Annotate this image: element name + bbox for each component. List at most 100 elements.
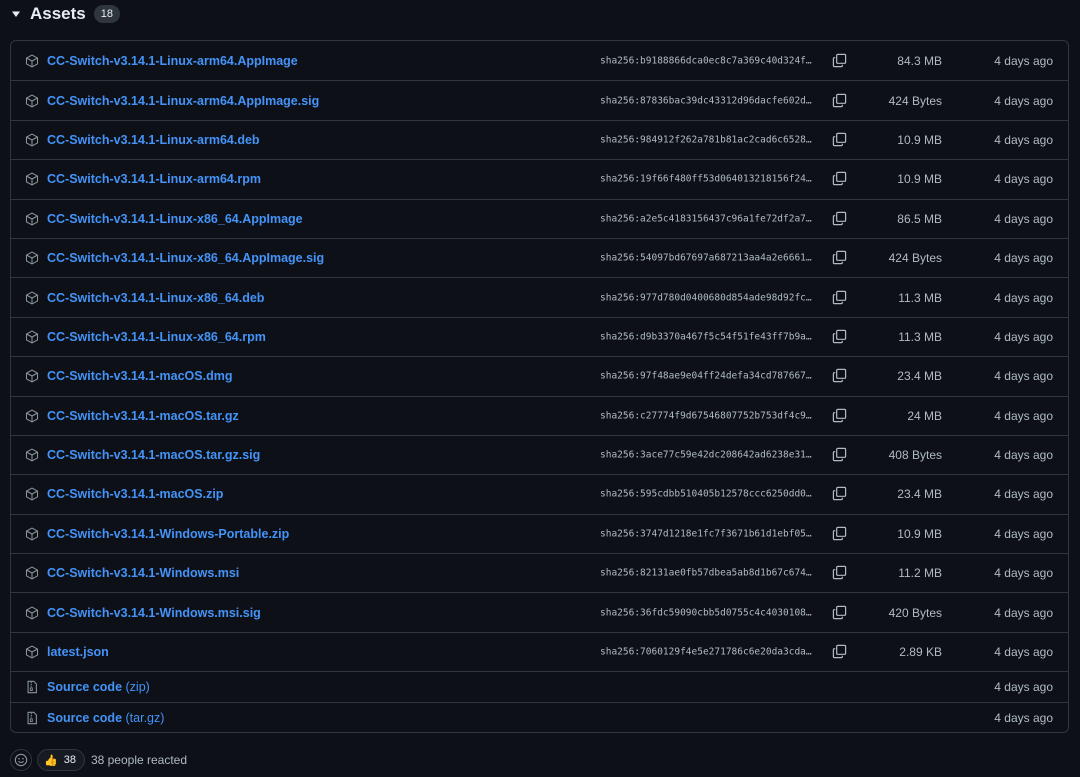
asset-sha256: sha256:19f66f480ff53d064013218156f24… xyxy=(600,173,812,185)
asset-row: CC-Switch-v3.14.1-macOS.tar.gz.sig sha256… xyxy=(11,434,1068,474)
copy-icon[interactable] xyxy=(832,447,848,463)
copy-icon[interactable] xyxy=(832,329,848,345)
asset-download-link[interactable]: CC-Switch-v3.14.1-macOS.tar.gz xyxy=(47,409,239,423)
package-icon xyxy=(25,212,39,226)
asset-row: CC-Switch-v3.14.1-Linux-x86_64.rpm sha256… xyxy=(11,316,1068,356)
source-code-format: (tar.gz) xyxy=(125,710,165,725)
source-code-link[interactable]: Source code (tar.gz) xyxy=(47,711,164,725)
asset-date: 4 days ago xyxy=(994,290,1053,305)
copy-icon[interactable] xyxy=(832,486,848,502)
asset-download-link[interactable]: CC-Switch-v3.14.1-Linux-arm64.AppImage.s… xyxy=(47,94,319,108)
asset-sha256: sha256:87836bac39dc43312d96dacfe602d… xyxy=(600,95,812,107)
thumbs-up-reaction[interactable]: 👍 38 xyxy=(37,749,85,771)
asset-download-link[interactable]: CC-Switch-v3.14.1-Linux-x86_64.AppImage.… xyxy=(47,251,324,265)
copy-icon[interactable] xyxy=(832,644,848,660)
asset-date: 4 days ago xyxy=(994,605,1053,620)
asset-size: 24 MB xyxy=(907,408,942,423)
asset-download-link[interactable]: CC-Switch-v3.14.1-macOS.dmg xyxy=(47,369,232,383)
package-icon xyxy=(25,645,39,659)
asset-download-link[interactable]: CC-Switch-v3.14.1-Linux-x86_64.deb xyxy=(47,291,264,305)
copy-icon[interactable] xyxy=(832,171,848,187)
asset-size: 424 Bytes xyxy=(888,93,942,108)
file-zip-icon xyxy=(25,680,39,694)
package-icon xyxy=(25,606,39,620)
asset-download-link[interactable]: CC-Switch-v3.14.1-macOS.zip xyxy=(47,487,223,501)
asset-download-link[interactable]: CC-Switch-v3.14.1-Linux-arm64.deb xyxy=(47,133,260,147)
asset-sha256: sha256:7060129f4e5e271786c6e20da3cda… xyxy=(600,646,812,658)
asset-sha256: sha256:595cdbb510405b12578ccc6250dd0… xyxy=(600,488,812,500)
asset-download-link[interactable]: CC-Switch-v3.14.1-Linux-arm64.rpm xyxy=(47,172,261,186)
asset-row: CC-Switch-v3.14.1-Windows.msi sha256:8213… xyxy=(11,553,1068,592)
source-code-label: Source code xyxy=(47,710,123,725)
asset-sha256: sha256:36fdc59090cbb5d0755c4c4030108… xyxy=(600,607,812,619)
asset-row: CC-Switch-v3.14.1-macOS.tar.gz sha256:c27… xyxy=(11,395,1068,435)
copy-icon[interactable] xyxy=(832,290,848,306)
triangle-down-icon[interactable] xyxy=(10,8,22,20)
asset-download-link[interactable]: CC-Switch-v3.14.1-Linux-arm64.AppImage xyxy=(47,54,298,68)
copy-icon[interactable] xyxy=(832,132,848,148)
asset-date: 4 days ago xyxy=(994,172,1053,187)
copy-icon[interactable] xyxy=(832,605,848,621)
asset-row: CC-Switch-v3.14.1-Windows.msi.sig sha256:… xyxy=(11,592,1068,631)
asset-download-link[interactable]: CC-Switch-v3.14.1-Windows-Portable.zip xyxy=(47,527,289,541)
assets-header[interactable]: Assets 18 xyxy=(10,3,121,25)
asset-download-link[interactable]: CC-Switch-v3.14.1-Windows.msi.sig xyxy=(47,606,261,620)
package-icon xyxy=(25,566,39,580)
asset-date: 4 days ago xyxy=(994,211,1053,226)
asset-size: 2.89 KB xyxy=(899,645,942,660)
asset-size: 420 Bytes xyxy=(888,605,942,620)
asset-row: CC-Switch-v3.14.1-Windows-Portable.zip sh… xyxy=(11,513,1068,553)
asset-size: 10.9 MB xyxy=(897,132,942,147)
asset-size: 23.4 MB xyxy=(897,487,942,502)
package-icon xyxy=(25,172,39,186)
package-icon xyxy=(25,409,39,423)
asset-size: 84.3 MB xyxy=(897,53,942,68)
asset-date: 4 days ago xyxy=(994,487,1053,502)
copy-icon[interactable] xyxy=(832,368,848,384)
asset-sha256: sha256:c27774f9d67546807752b753df4c9… xyxy=(600,410,812,422)
asset-date: 4 days ago xyxy=(994,329,1053,344)
package-icon xyxy=(25,251,39,265)
source-code-row: Source code (zip) 4 days ago xyxy=(11,671,1068,702)
asset-download-link[interactable]: latest.json xyxy=(47,645,109,659)
asset-size: 11.3 MB xyxy=(898,290,942,305)
copy-icon[interactable] xyxy=(832,250,848,266)
source-code-format: (zip) xyxy=(125,680,150,694)
asset-sha256: sha256:3747d1218e1fc7f3671b61d1ebf05… xyxy=(600,528,812,540)
package-icon xyxy=(25,527,39,541)
package-icon xyxy=(25,448,39,462)
add-reaction-button[interactable] xyxy=(10,749,32,771)
asset-size: 424 Bytes xyxy=(888,251,942,266)
asset-row: CC-Switch-v3.14.1-Linux-arm64.AppImage sh… xyxy=(11,41,1068,80)
asset-size: 23.4 MB xyxy=(897,369,942,384)
asset-sha256: sha256:a2e5c4183156437c96a1fe72df2a7… xyxy=(600,213,812,225)
asset-size: 11.3 MB xyxy=(898,329,942,344)
copy-icon[interactable] xyxy=(832,526,848,542)
asset-row: CC-Switch-v3.14.1-Linux-x86_64.AppImage s… xyxy=(11,198,1068,238)
asset-date: 4 days ago xyxy=(994,448,1053,463)
asset-row: CC-Switch-v3.14.1-macOS.zip sha256:595cdb… xyxy=(11,474,1068,513)
source-code-date: 4 days ago xyxy=(994,680,1053,694)
asset-download-link[interactable]: CC-Switch-v3.14.1-Linux-x86_64.rpm xyxy=(47,330,266,344)
copy-icon[interactable] xyxy=(832,565,848,581)
asset-row: CC-Switch-v3.14.1-Linux-x86_64.AppImage.… xyxy=(11,237,1068,277)
asset-sha256: sha256:54097bd67697a687213aa4a2e6661… xyxy=(600,252,812,264)
package-icon xyxy=(25,54,39,68)
asset-sha256: sha256:3ace77c59e42dc208642ad6238e31… xyxy=(600,449,812,461)
asset-row: CC-Switch-v3.14.1-Linux-arm64.deb sha256:… xyxy=(11,119,1068,159)
copy-icon[interactable] xyxy=(832,408,848,424)
asset-row: CC-Switch-v3.14.1-macOS.dmg sha256:97f48a… xyxy=(11,356,1068,395)
asset-date: 4 days ago xyxy=(994,566,1053,581)
asset-download-link[interactable]: CC-Switch-v3.14.1-Linux-x86_64.AppImage xyxy=(47,212,303,226)
source-code-link[interactable]: Source code (zip) xyxy=(47,680,150,694)
package-icon xyxy=(25,487,39,501)
asset-date: 4 days ago xyxy=(994,645,1053,660)
asset-download-link[interactable]: CC-Switch-v3.14.1-macOS.tar.gz.sig xyxy=(47,448,260,462)
asset-size: 10.9 MB xyxy=(897,172,942,187)
asset-row: CC-Switch-v3.14.1-Linux-arm64.rpm sha256:… xyxy=(11,159,1068,198)
file-zip-icon xyxy=(25,711,39,725)
copy-icon[interactable] xyxy=(832,53,848,69)
asset-download-link[interactable]: CC-Switch-v3.14.1-Windows.msi xyxy=(47,566,239,580)
copy-icon[interactable] xyxy=(832,211,848,227)
copy-icon[interactable] xyxy=(832,93,848,109)
